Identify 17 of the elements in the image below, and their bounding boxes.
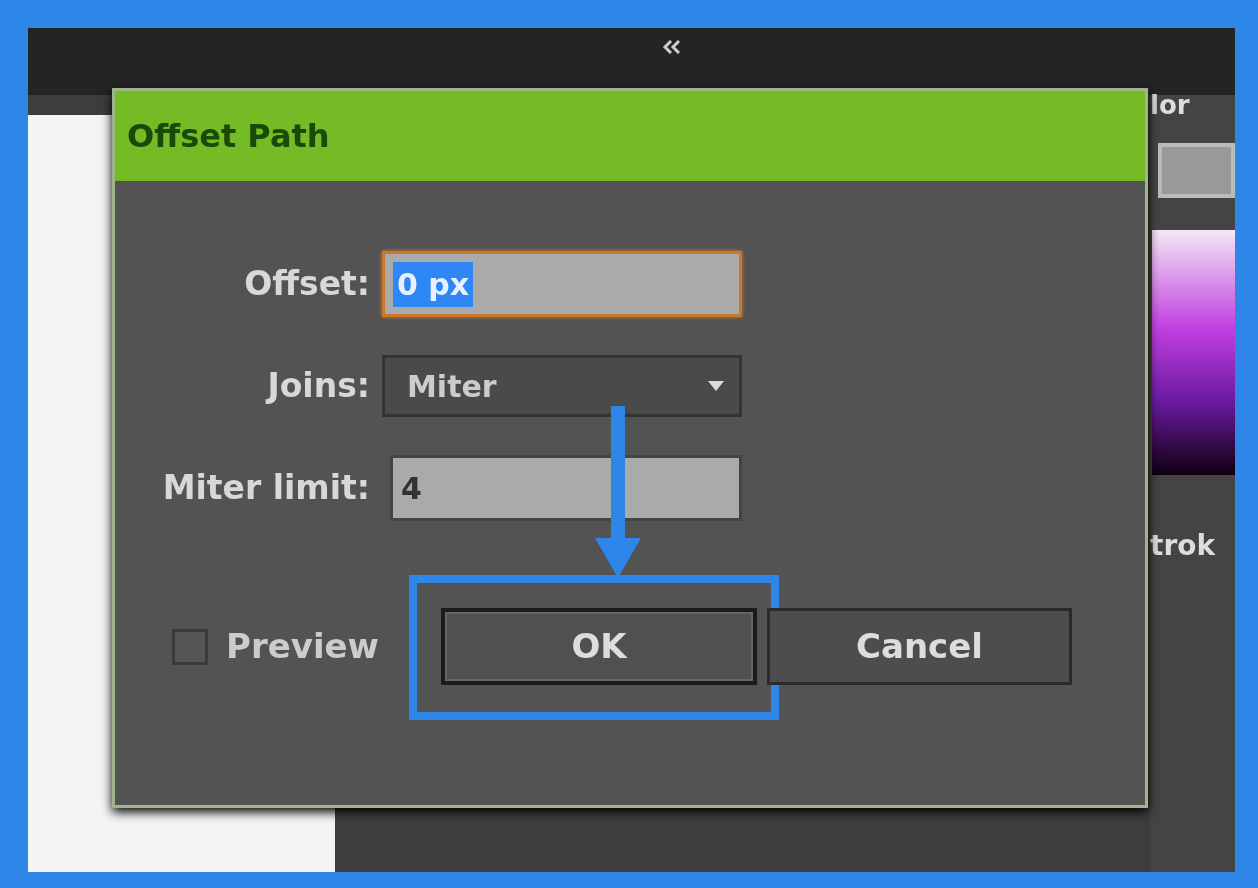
input-field[interactable]: 4 bbox=[390, 455, 742, 521]
collapse-icon[interactable] bbox=[661, 39, 682, 54]
field-label: Joins: bbox=[264, 365, 370, 408]
dialog-title: Offset Path bbox=[115, 91, 1145, 181]
ok-button[interactable]: OK bbox=[441, 608, 757, 685]
cancel-button[interactable]: Cancel bbox=[767, 608, 1072, 685]
swatch-button[interactable] bbox=[1158, 143, 1235, 198]
caret-icon bbox=[707, 380, 725, 392]
panel-label: trok bbox=[1150, 528, 1217, 564]
input-field[interactable]: 0 px bbox=[382, 251, 742, 317]
field-label: Offset: bbox=[243, 263, 370, 306]
field-label: Miter limit: bbox=[161, 467, 370, 510]
checkbox-label: Preview bbox=[226, 625, 381, 668]
joins-dropdown[interactable]: Miter bbox=[382, 355, 742, 417]
color-spectrum[interactable] bbox=[1152, 230, 1235, 475]
preview-checkbox[interactable] bbox=[172, 628, 208, 665]
panel-heading: lor bbox=[1150, 89, 1191, 122]
